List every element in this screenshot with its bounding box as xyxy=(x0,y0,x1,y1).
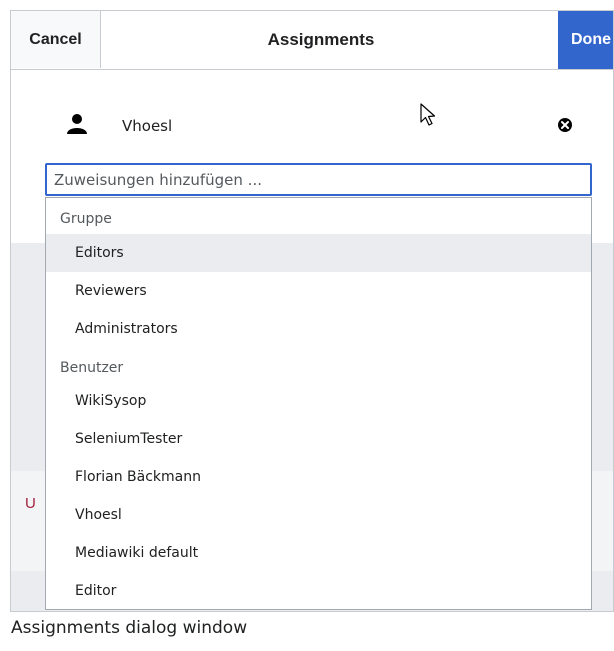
option-group-reviewers[interactable]: Reviewers xyxy=(46,272,591,310)
option-label: Mediawiki default xyxy=(75,545,199,561)
option-user-seleniumtester[interactable]: SeleniumTester xyxy=(46,420,591,458)
remove-circle-icon[interactable] xyxy=(557,117,573,133)
assignee-name: Vhoesl xyxy=(122,117,173,135)
assignment-suggestions-dropdown: Gruppe Editors Reviewers Administrators … xyxy=(45,197,592,610)
option-user-wikisysop[interactable]: WikiSysop xyxy=(46,382,591,420)
screenshot-frame: U Cancel Assignments Done Vhoesl Gruppe … xyxy=(10,10,614,612)
image-caption: Assignments dialog window xyxy=(11,618,248,638)
dialog-title: Assignments xyxy=(267,29,375,49)
done-button[interactable]: Done xyxy=(558,11,613,69)
option-label: Editor xyxy=(75,583,117,599)
background-partial-text: U xyxy=(25,495,36,512)
option-label: Editors xyxy=(75,245,124,261)
option-label: WikiSysop xyxy=(75,393,147,409)
option-user-vhoesl[interactable]: Vhoesl xyxy=(46,496,591,534)
option-label: Florian Bäckmann xyxy=(75,469,202,485)
option-user-editor[interactable]: Editor xyxy=(46,572,591,610)
option-label: Administrators xyxy=(75,321,178,337)
cancel-button[interactable]: Cancel xyxy=(11,11,101,68)
option-group-administrators[interactable]: Administrators xyxy=(46,310,591,348)
option-group-editors[interactable]: Editors xyxy=(46,234,591,272)
assignee-item: Vhoesl xyxy=(11,106,613,146)
user-icon xyxy=(67,114,87,134)
option-user-mediawiki-default[interactable]: Mediawiki default xyxy=(46,534,591,572)
dialog-header: Cancel Assignments Done xyxy=(11,11,613,70)
assignment-search-input[interactable] xyxy=(45,163,592,196)
option-user-florian-baeckmann[interactable]: Florian Bäckmann xyxy=(46,458,591,496)
user-section-label: Benutzer xyxy=(60,360,124,376)
group-section-label: Gruppe xyxy=(60,211,112,227)
option-label: Reviewers xyxy=(75,283,147,299)
mouse-pointer-icon xyxy=(420,103,436,126)
option-label: SeleniumTester xyxy=(75,431,183,447)
option-label: Vhoesl xyxy=(75,507,122,523)
